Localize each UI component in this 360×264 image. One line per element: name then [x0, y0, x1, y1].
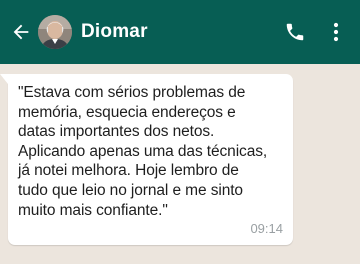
- more-vertical-icon: [333, 22, 339, 42]
- phone-icon: [286, 23, 304, 41]
- call-button[interactable]: [282, 19, 308, 45]
- back-button[interactable]: [6, 17, 36, 47]
- chat-screen: Diomar "Estava com sérios problemas de m…: [0, 0, 360, 264]
- message-timestamp: 09:14: [250, 221, 283, 236]
- avatar-photo: [38, 15, 72, 49]
- message-bubble[interactable]: "Estava com sérios problemas de memória,…: [0, 74, 293, 245]
- bubble-tail: [0, 74, 8, 84]
- contact-name[interactable]: Diomar: [81, 20, 148, 44]
- chat-header: Diomar: [0, 0, 360, 64]
- more-options-button[interactable]: [324, 18, 348, 46]
- message-text: "Estava com sérios problemas de memória,…: [18, 84, 268, 219]
- arrow-left-icon: [13, 24, 29, 40]
- avatar[interactable]: [38, 15, 72, 49]
